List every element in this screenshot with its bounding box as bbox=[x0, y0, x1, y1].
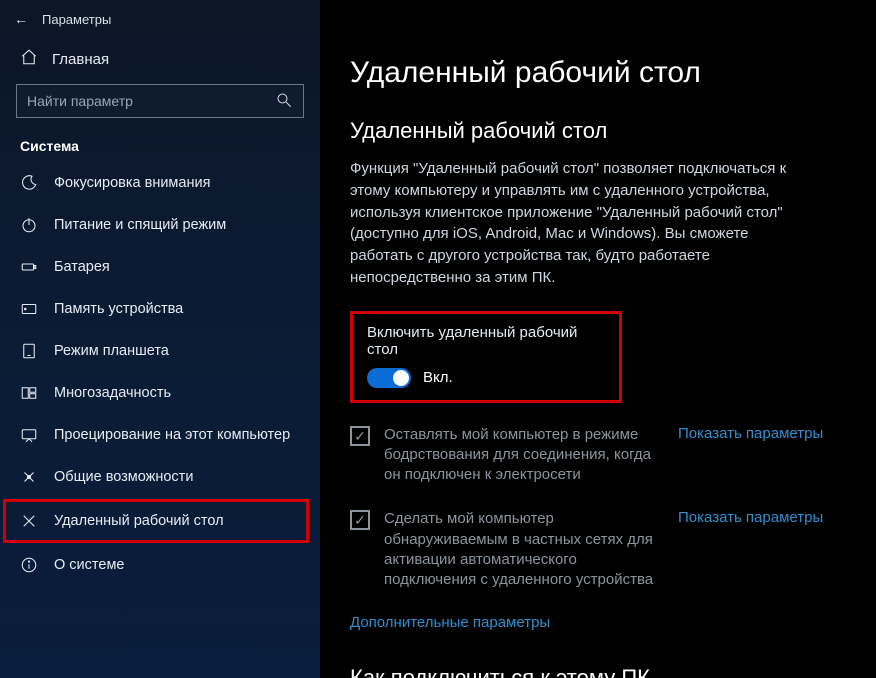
option-keep-awake: ✓ Оставлять мой компьютер в режиме бодрс… bbox=[350, 425, 846, 486]
search-icon bbox=[275, 91, 293, 112]
remote-desktop-toggle[interactable] bbox=[367, 368, 411, 388]
checkbox-keep-awake[interactable]: ✓ bbox=[350, 426, 370, 446]
battery-icon bbox=[20, 258, 38, 276]
main-content: Удаленный рабочий стол Удаленный рабочий… bbox=[320, 0, 876, 678]
connect-section-title: Как подключиться к этому ПК bbox=[350, 665, 846, 678]
window-title: Параметры bbox=[42, 12, 111, 27]
sidebar-item-label: Многозадачность bbox=[54, 385, 171, 401]
sidebar-nav: Фокусировка внимания Питание и спящий ре… bbox=[0, 162, 320, 586]
option-text: Сделать мой компьютер обнаруживаемым в ч… bbox=[384, 509, 664, 590]
home-label: Главная bbox=[52, 51, 109, 68]
sidebar-item-label: Удаленный рабочий стол bbox=[54, 513, 224, 529]
storage-icon bbox=[20, 300, 38, 318]
option-discoverable: ✓ Сделать мой компьютер обнаруживаемым в… bbox=[350, 509, 846, 590]
tablet-icon bbox=[20, 342, 38, 360]
sidebar-item-label: Память устройства bbox=[54, 301, 183, 317]
sidebar-item-label: Батарея bbox=[54, 259, 110, 275]
advanced-settings-link[interactable]: Дополнительные параметры bbox=[350, 614, 550, 631]
home-nav-item[interactable]: Главная bbox=[0, 38, 320, 84]
show-params-link[interactable]: Показать параметры bbox=[678, 425, 823, 442]
sidebar-item-multitask[interactable]: Многозадачность bbox=[0, 372, 320, 414]
section-subtitle: Удаленный рабочий стол bbox=[350, 118, 846, 144]
info-icon bbox=[20, 556, 38, 574]
sidebar-item-about[interactable]: О системе bbox=[0, 544, 320, 586]
sidebar-item-storage[interactable]: Память устройства bbox=[0, 288, 320, 330]
checkbox-discoverable[interactable]: ✓ bbox=[350, 510, 370, 530]
option-text: Оставлять мой компьютер в режиме бодрств… bbox=[384, 425, 664, 486]
sidebar-item-power[interactable]: Питание и спящий режим bbox=[0, 204, 320, 246]
section-label: Система bbox=[0, 132, 320, 162]
search-container bbox=[0, 84, 320, 132]
search-input[interactable] bbox=[27, 93, 275, 109]
sidebar-item-label: Проецирование на этот компьютер bbox=[54, 427, 290, 443]
moon-icon bbox=[20, 174, 38, 192]
toggle-state-label: Вкл. bbox=[423, 369, 453, 386]
sidebar-item-focus[interactable]: Фокусировка внимания bbox=[0, 162, 320, 204]
show-params-link[interactable]: Показать параметры bbox=[678, 509, 823, 526]
toggle-label: Включить удаленный рабочий стол bbox=[367, 324, 605, 358]
multitask-icon bbox=[20, 384, 38, 402]
home-icon bbox=[20, 48, 38, 70]
sidebar-item-label: Общие возможности bbox=[54, 469, 193, 485]
sidebar-item-tablet[interactable]: Режим планшета bbox=[0, 330, 320, 372]
sidebar-item-battery[interactable]: Батарея bbox=[0, 246, 320, 288]
remote-icon bbox=[20, 512, 38, 530]
page-title: Удаленный рабочий стол bbox=[350, 56, 846, 90]
sidebar-item-label: О системе bbox=[54, 557, 124, 573]
sidebar: ← Параметры Главная Система Фокусировка … bbox=[0, 0, 320, 678]
sidebar-item-shared[interactable]: Общие возможности bbox=[0, 456, 320, 498]
sidebar-item-label: Фокусировка внимания bbox=[54, 175, 210, 191]
power-icon bbox=[20, 216, 38, 234]
shared-icon bbox=[20, 468, 38, 486]
section-description: Функция "Удаленный рабочий стол" позволя… bbox=[350, 158, 810, 289]
sidebar-item-remote-desktop[interactable]: Удаленный рабочий стол bbox=[4, 500, 308, 542]
sidebar-item-label: Режим планшета bbox=[54, 343, 169, 359]
search-box[interactable] bbox=[16, 84, 304, 118]
sidebar-item-label: Питание и спящий режим bbox=[54, 217, 226, 233]
enable-remote-desktop-group: Включить удаленный рабочий стол Вкл. bbox=[350, 311, 622, 403]
project-icon bbox=[20, 426, 38, 444]
sidebar-item-project[interactable]: Проецирование на этот компьютер bbox=[0, 414, 320, 456]
titlebar: ← Параметры bbox=[0, 0, 320, 38]
back-button[interactable]: ← bbox=[14, 11, 28, 27]
